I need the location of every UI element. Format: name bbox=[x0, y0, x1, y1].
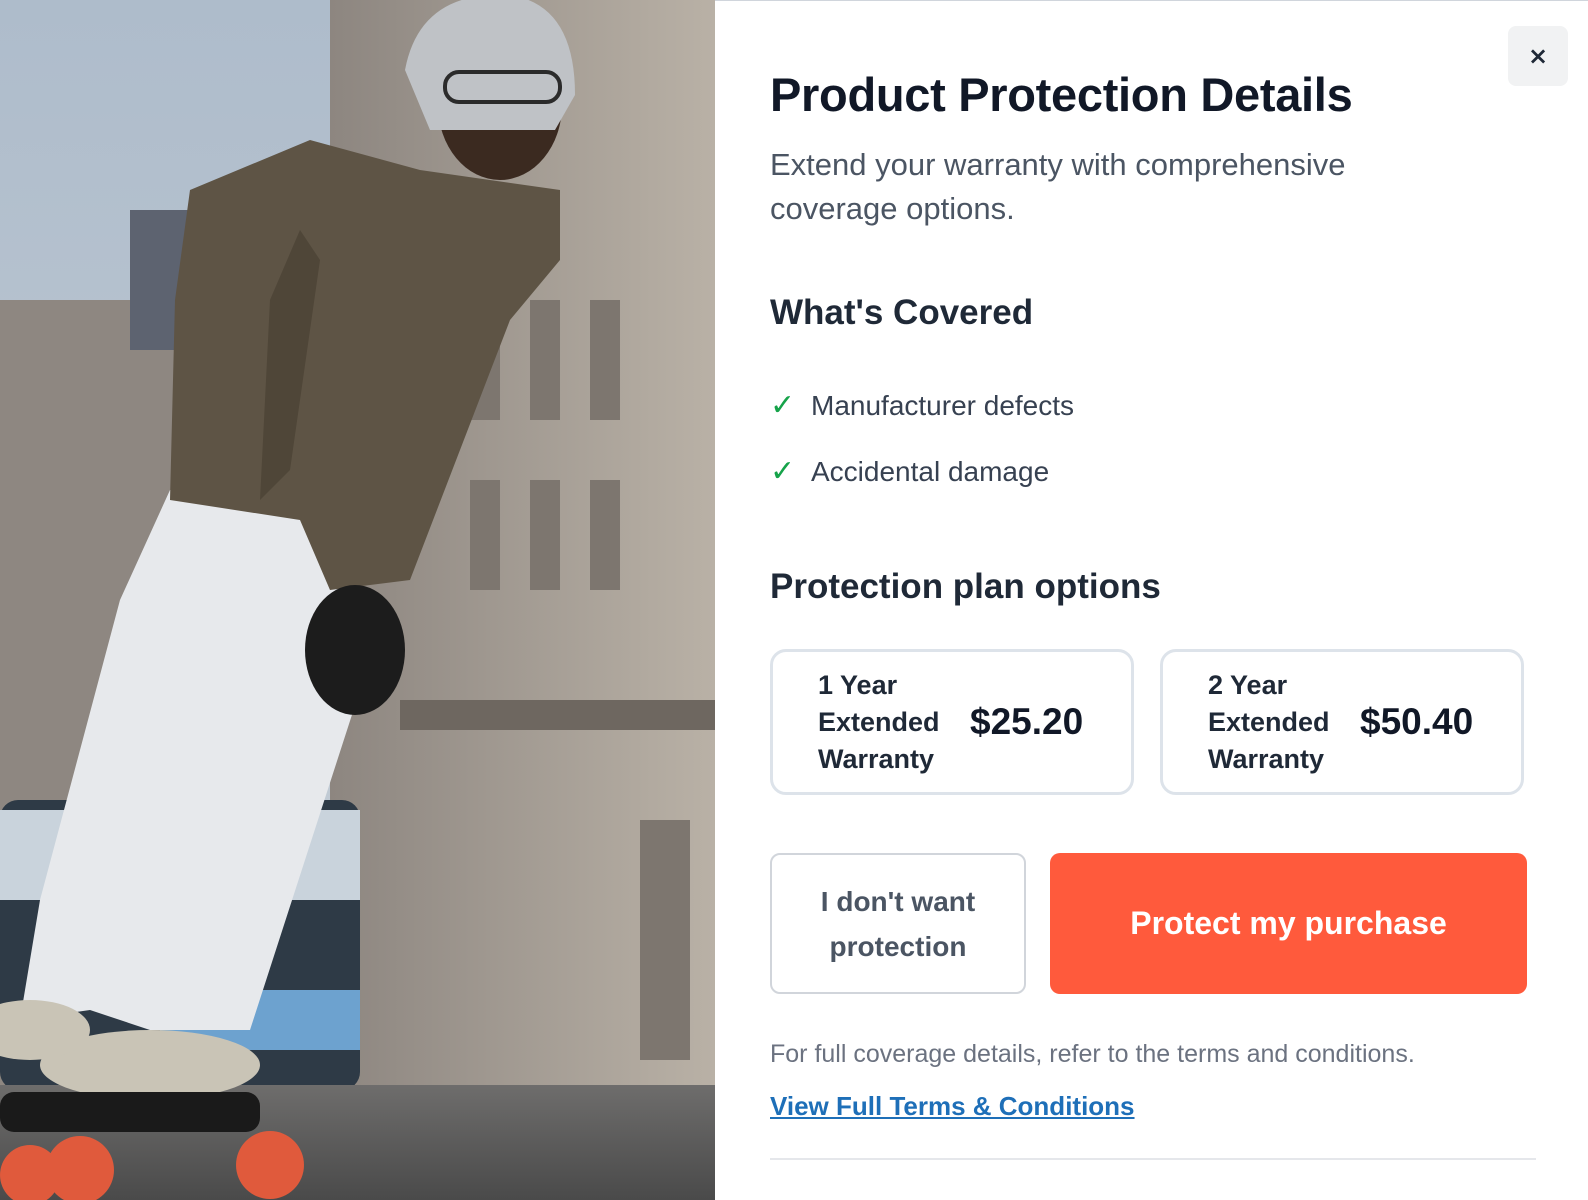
covered-item-accidental-damage: ✓ Accidental damage bbox=[770, 439, 1536, 505]
plan-name: 1 Year Extended Warranty bbox=[818, 669, 940, 774]
plan-option-1-year[interactable]: 1 Year Extended Warranty $25.20 bbox=[770, 649, 1134, 795]
page-subtitle: Extend your warranty with comprehensive … bbox=[770, 147, 1346, 226]
close-icon: × bbox=[1527, 42, 1549, 70]
plan-name: 2 Year Extended Warranty bbox=[1208, 669, 1330, 774]
product-lifestyle-photo bbox=[0, 0, 715, 1200]
decline-protection-button[interactable]: I don't want protection bbox=[770, 853, 1026, 994]
action-buttons: I don't want protection Protect my purch… bbox=[770, 853, 1536, 994]
plan-options: 1 Year Extended Warranty $25.20 2 Year E… bbox=[770, 649, 1536, 795]
covered-item-label: Accidental damage bbox=[811, 456, 1050, 487]
plan-price: $25.20 bbox=[970, 701, 1084, 742]
plan-price: $50.40 bbox=[1360, 701, 1474, 742]
protection-modal: × Product Protection Details Extend your… bbox=[0, 0, 1588, 1200]
covered-item-manufacturer-defects: ✓ Manufacturer defects bbox=[770, 373, 1536, 439]
whats-covered-heading: What's Covered bbox=[770, 293, 1034, 332]
close-button[interactable]: × bbox=[1508, 26, 1568, 86]
view-terms-link[interactable]: View Full Terms & Conditions bbox=[770, 1091, 1135, 1122]
protect-purchase-button[interactable]: Protect my purchase bbox=[1050, 853, 1527, 994]
protection-details-panel: × Product Protection Details Extend your… bbox=[715, 0, 1588, 1200]
check-icon: ✓ bbox=[770, 388, 796, 423]
covered-item-label: Manufacturer defects bbox=[811, 390, 1075, 421]
terms-note: For full coverage details, refer to the … bbox=[770, 1040, 1415, 1068]
plan-option-2-year[interactable]: 2 Year Extended Warranty $50.40 bbox=[1160, 649, 1524, 795]
covered-list: ✓ Manufacturer defects ✓ Accidental dama… bbox=[770, 373, 1536, 505]
protection-plan-options-heading: Protection plan options bbox=[770, 567, 1161, 606]
page-title: Product Protection Details bbox=[770, 68, 1353, 121]
check-icon: ✓ bbox=[770, 454, 796, 489]
divider bbox=[770, 1158, 1536, 1160]
